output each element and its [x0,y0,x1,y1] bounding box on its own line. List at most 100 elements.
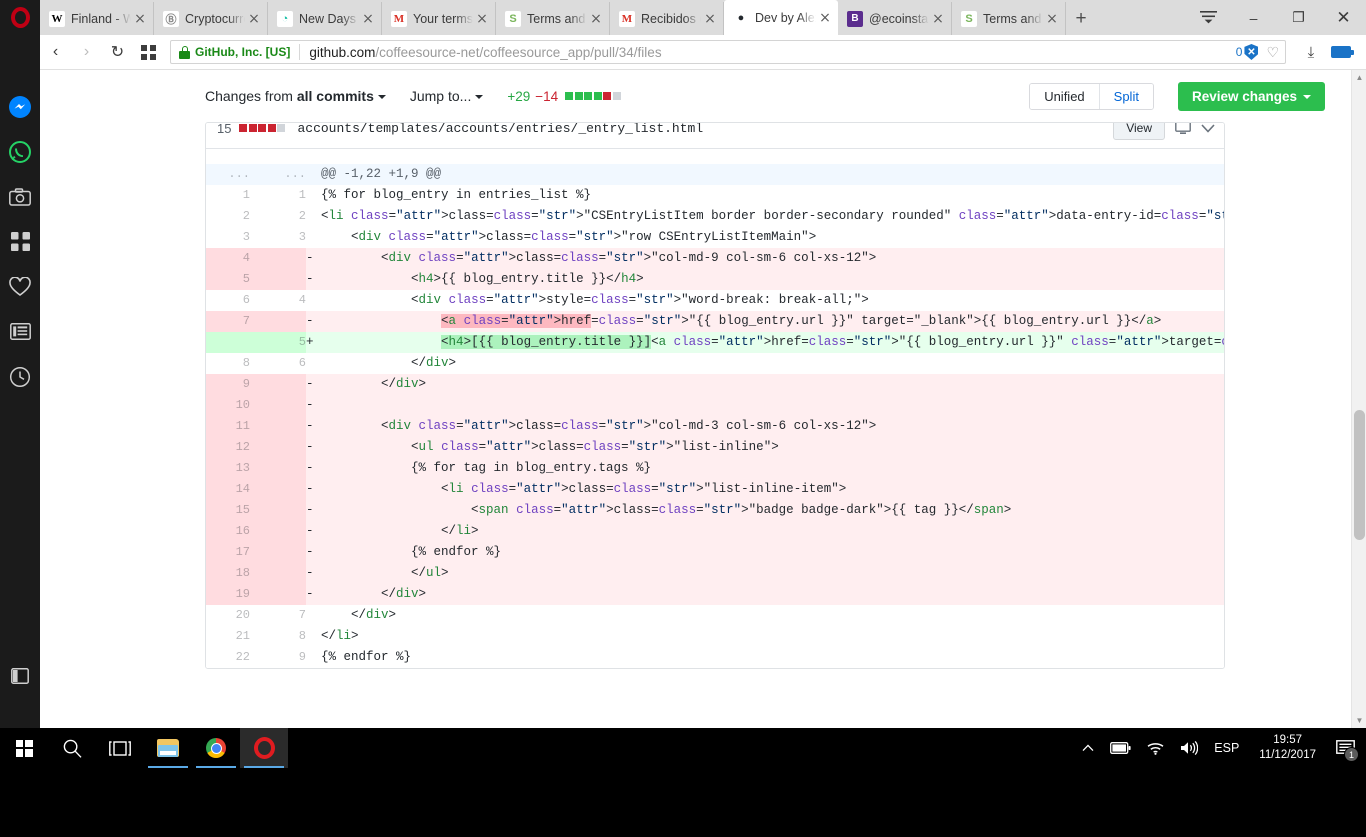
diff-code-cell: <div class="attr">class=class="str">"row… [306,227,1224,248]
browser-tab[interactable]: S Terms and C× [952,2,1066,35]
diff-line-row[interactable]: 11 {% for blog_entry in entries_list %} [206,185,1224,206]
diff-line-row[interactable]: 17 - {% endfor %} [206,542,1224,563]
downloads-button[interactable]: ⤓ [1296,35,1326,70]
site-identity-label: GitHub, Inc. [US] [195,45,291,59]
diff-line-row[interactable]: 21 8 </li> [206,626,1224,647]
opera-menu-button[interactable] [0,0,40,35]
news-icon[interactable] [0,309,40,354]
diff-line-row[interactable]: 64 <div class="attr">style=class="str">"… [206,290,1224,311]
language-indicator[interactable]: ESP [1206,728,1247,768]
browser-tab[interactable]: S Terms and C× [496,2,610,35]
messenger-icon[interactable] [0,84,40,129]
diff-line-row[interactable]: 15 - <span class="attr">class=class="str"… [206,500,1224,521]
opera-sidebar [0,70,40,728]
diff-line-row[interactable]: 22 <li class="attr">class=class="str">"C… [206,206,1224,227]
clock[interactable]: 19:57 11/12/2017 [1247,733,1328,763]
forward-button[interactable]: › [71,35,102,70]
task-view-button[interactable] [96,728,144,768]
browser-tab[interactable]: W Finland - Wik× [40,2,154,35]
start-button[interactable] [0,728,48,768]
diff-code-cell: </li> [306,626,1224,647]
restore-button[interactable]: ❐ [1276,0,1321,35]
speed-dial-icon[interactable] [0,219,40,264]
bookmarks-heart-icon[interactable] [0,264,40,309]
diff-line-row[interactable]: 18 - </ul> [206,563,1224,584]
old-line-number: 7 [206,311,250,332]
tab-close-icon[interactable]: × [245,10,263,28]
sidebar-toggle-icon[interactable] [0,653,40,698]
snapshot-camera-icon[interactable] [0,174,40,219]
tab-close-icon[interactable]: × [587,10,605,28]
diff-line-row[interactable]: 19 - </div> [206,584,1224,605]
history-clock-icon[interactable] [0,354,40,399]
diff-line-row[interactable]: 10 - [206,395,1224,416]
view-file-button[interactable]: View [1113,123,1165,140]
google-chrome-button[interactable] [192,728,240,768]
diff-line-row[interactable]: 12 - <ul class="attr">class=class="str">"… [206,437,1224,458]
tab-close-icon[interactable]: × [359,10,377,28]
tab-menu-icon[interactable] [1186,0,1231,35]
scrollbar-thumb[interactable] [1354,410,1365,540]
wifi-icon[interactable] [1139,728,1172,768]
diff-line-row[interactable]: 14 - <li class="attr">class=class="str">"… [206,479,1224,500]
tab-close-icon[interactable]: × [701,10,719,28]
volume-icon[interactable] [1172,728,1206,768]
battery-saver-button[interactable] [1326,35,1356,70]
browser-tab[interactable]: ◔ New Days 48× [268,2,382,35]
tab-close-icon[interactable]: × [816,9,834,27]
browser-tab[interactable]: M Recibidos (1× [610,2,724,35]
display-options-icon[interactable] [1175,123,1191,135]
diff-line-row[interactable]: 22 9 {% endfor %} [206,647,1224,668]
speed-dial-button[interactable] [133,35,164,70]
show-hidden-icons-button[interactable] [1074,728,1102,768]
diff-code-cell: - <div class="attr">class=class="str">"c… [306,416,1224,437]
jump-to-dropdown[interactable]: Jump to... [410,88,484,104]
tab-close-icon[interactable]: × [131,10,149,28]
browser-tab[interactable]: B @ecoinstant× [838,2,952,35]
diff-line-row[interactable]: 20 7 </div> [206,605,1224,626]
search-button[interactable] [48,728,96,768]
url-input[interactable]: GitHub, Inc. [US] github.com/coffeesourc… [170,40,1286,64]
ad-blocker-button[interactable]: 0 ✕ [1236,44,1259,60]
tab-favicon-icon: ◔ [277,10,293,27]
diff-line-row[interactable]: 86 </div> [206,353,1224,374]
diff-code-cell: + <h4>[{{ blog_entry.title }}]<a class="… [306,332,1224,353]
diff-line-row[interactable]: 33 <div class="attr">class=class="str">"… [206,227,1224,248]
reload-button[interactable]: ↻ [102,35,133,70]
scrollbar-up-arrow[interactable]: ▲ [1352,70,1366,85]
split-view-button[interactable]: Split [1098,83,1153,109]
diff-block [612,92,621,100]
diff-line-row[interactable]: 5 - <h4>{{ blog_entry.title }}</h4> [206,269,1224,290]
browser-tab[interactable]: Ⓑ Cryptocurren× [154,2,268,35]
opera-taskbar-button[interactable] [240,728,288,768]
diff-line-row[interactable]: 9 - </div> [206,374,1224,395]
diff-line-row[interactable]: 16 - </li> [206,521,1224,542]
diff-line-row[interactable]: 11 - <div class="attr">class=class="str">… [206,416,1224,437]
browser-tab[interactable]: ● Dev by AlexT× [724,0,838,35]
tab-close-icon[interactable]: × [1043,10,1061,28]
diff-line-row[interactable]: 4 - <div class="attr">class=class="str">"… [206,248,1224,269]
diff-line-row[interactable]: 13 - {% for tag in blog_entry.tags %} [206,458,1224,479]
new-tab-button[interactable]: + [1066,2,1096,35]
new-line-number [250,458,306,479]
file-explorer-button[interactable] [144,728,192,768]
back-button[interactable]: ‹ [40,35,71,70]
changes-from-dropdown[interactable]: Changes from all commits [205,88,386,104]
whatsapp-icon[interactable] [0,129,40,174]
unified-view-button[interactable]: Unified [1030,83,1099,109]
notifications-button[interactable]: 1 [1328,728,1362,768]
tab-close-icon[interactable]: × [929,10,947,28]
minimize-button[interactable]: – [1231,0,1276,35]
scrollbar-down-arrow[interactable]: ▼ [1352,713,1366,728]
page-scrollbar[interactable]: ▲ ▼ [1351,70,1366,728]
diff-line-row[interactable]: 7 - <a class="attr">href=class="str">"{{ … [206,311,1224,332]
file-menu-chevron-icon[interactable] [1201,123,1215,133]
tab-close-icon[interactable]: × [473,10,491,28]
browser-tab[interactable]: M Your terms a× [382,2,496,35]
close-window-button[interactable]: ✕ [1321,0,1366,35]
review-changes-button[interactable]: Review changes [1177,81,1325,111]
heart-icon[interactable]: ♡ [1266,44,1279,61]
diff-code-cell: - {% endfor %} [306,542,1224,563]
battery-icon[interactable] [1102,728,1139,768]
diff-line-row[interactable]: 5 + <h4>[{{ blog_entry.title }}]<a class=… [206,332,1224,353]
